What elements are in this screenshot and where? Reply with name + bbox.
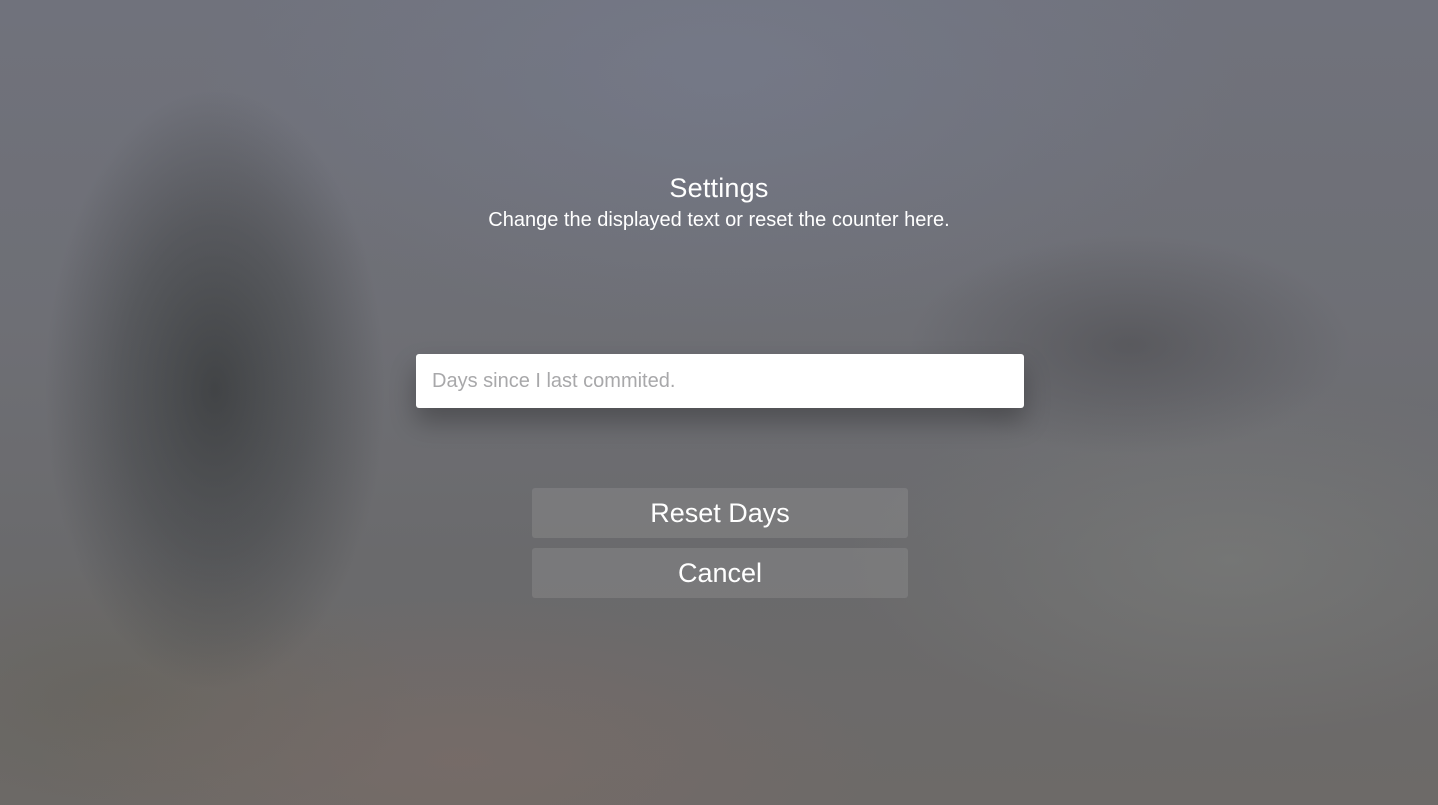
display-text-input[interactable] <box>416 354 1024 408</box>
dialog-message: Change the displayed text or reset the c… <box>488 209 950 231</box>
dialog-title: Settings <box>669 173 769 203</box>
reset-days-button[interactable]: Reset Days <box>532 488 908 538</box>
cancel-button[interactable]: Cancel <box>532 548 908 598</box>
dialog-header: Settings Change the displayed text or re… <box>0 170 1438 234</box>
